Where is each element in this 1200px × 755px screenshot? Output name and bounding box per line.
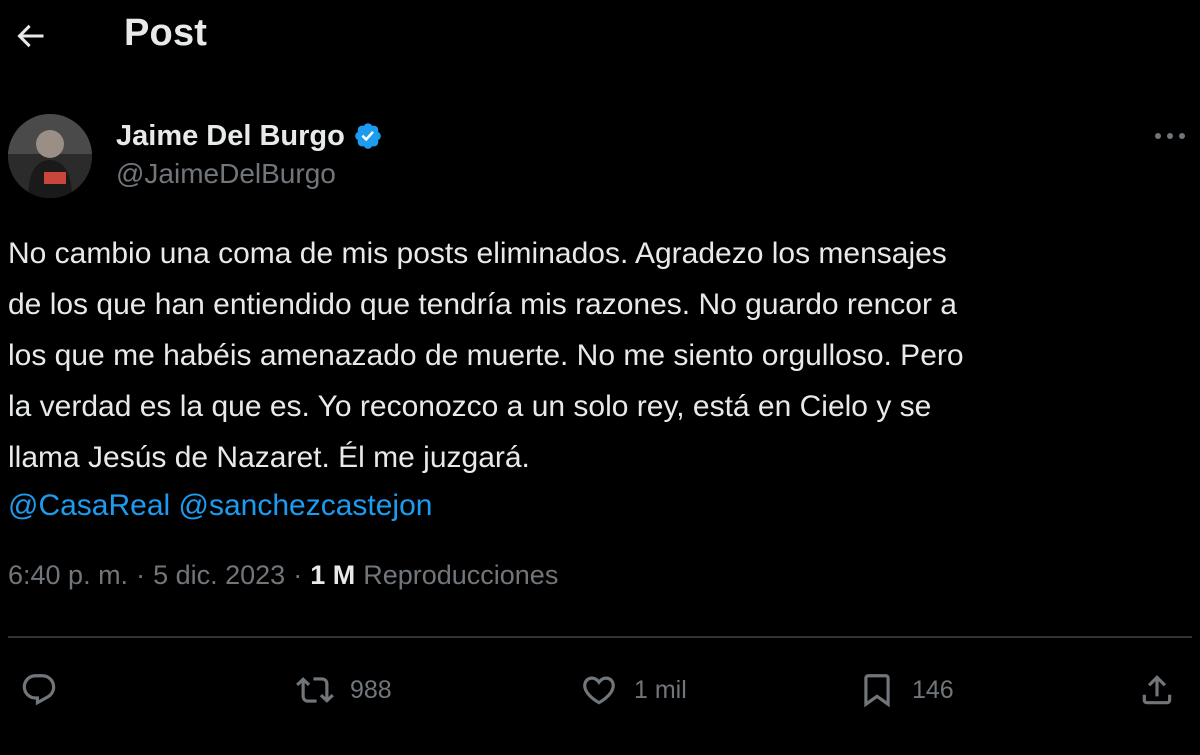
mention-link-sanchezcastejon[interactable]: @sanchezcastejon xyxy=(179,489,433,522)
like-button[interactable]: 1 mil xyxy=(580,662,687,718)
post-text: No cambio una coma de mis posts eliminad… xyxy=(8,228,1188,483)
meta-separator: · xyxy=(136,560,146,590)
verified-badge-icon xyxy=(355,123,381,149)
reply-button[interactable] xyxy=(20,662,74,718)
like-count: 1 mil xyxy=(634,675,687,704)
views-count[interactable]: 1 M xyxy=(310,560,355,591)
avatar[interactable] xyxy=(8,114,92,198)
post-meta: 6:40 p. m. · 5 dic. 2023 · 1 M Reproducc… xyxy=(8,560,558,591)
author-handle[interactable]: @JaimeDelBurgo xyxy=(116,158,383,190)
bookmark-icon xyxy=(864,674,890,708)
post-text-line: llama Jesús de Nazaret. Él me juzgará. xyxy=(8,441,530,474)
author-name[interactable]: Jaime Del Burgo xyxy=(116,120,345,153)
post-mentions: @CasaReal @sanchezcastejon xyxy=(8,480,432,531)
post-text-line: la verdad es la que es. Yo reconozco a u… xyxy=(8,390,932,423)
page-title: Post xyxy=(124,12,208,54)
mention-link-casareal[interactable]: @CasaReal xyxy=(8,489,170,522)
post-text-line: de los que han entiendido que tendría mi… xyxy=(8,288,957,321)
divider xyxy=(8,636,1192,638)
more-horizontal-icon xyxy=(1155,133,1185,139)
post-date[interactable]: 5 dic. 2023 xyxy=(153,560,285,591)
post-text-line: No cambio una coma de mis posts eliminad… xyxy=(8,237,947,270)
share-icon xyxy=(1142,675,1172,705)
views-label[interactable]: Reproducciones xyxy=(363,560,558,591)
repost-icon xyxy=(296,677,334,703)
avatar-image xyxy=(8,114,92,198)
share-button[interactable] xyxy=(1138,662,1192,718)
meta-separator: · xyxy=(293,560,303,590)
repost-count: 988 xyxy=(350,675,392,704)
more-options-button[interactable] xyxy=(1148,118,1192,154)
arrow-left-icon xyxy=(17,24,44,48)
post-time[interactable]: 6:40 p. m. xyxy=(8,560,128,591)
post-text-line: los que me habéis amenazado de muerte. N… xyxy=(8,339,964,372)
repost-button[interactable]: 988 xyxy=(296,662,392,718)
reply-icon xyxy=(22,674,56,706)
bookmark-count: 146 xyxy=(912,675,954,704)
heart-icon xyxy=(583,676,615,705)
post-header: Post xyxy=(0,0,1200,80)
back-button[interactable] xyxy=(8,14,52,58)
bookmark-button[interactable]: 146 xyxy=(858,662,954,718)
author-info: Jaime Del Burgo @JaimeDelBurgo xyxy=(116,114,383,190)
action-bar: 988 1 mil 146 xyxy=(0,662,1200,718)
